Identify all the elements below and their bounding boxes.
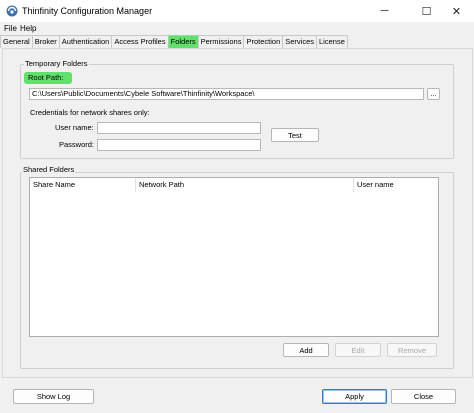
remove-button[interactable]: Remove — [387, 343, 437, 357]
password-label: Password: — [59, 140, 95, 149]
root-path-input[interactable]: C:\Users\Public\Documents\Cybele Softwar… — [29, 88, 424, 100]
app-logo-icon — [6, 5, 18, 17]
tab-general[interactable]: General — [0, 35, 33, 48]
apply-button[interactable]: Apply — [322, 389, 387, 404]
credentials-label: Credentials for network shares only: — [30, 108, 150, 117]
column-share-name[interactable]: Share Name — [30, 178, 136, 192]
tab-permissions[interactable]: Permissions — [197, 35, 245, 48]
tab-protection[interactable]: Protection — [243, 35, 284, 48]
close-button[interactable]: Close — [391, 389, 456, 404]
close-window-button[interactable]: ✕ — [439, 0, 474, 22]
username-input[interactable] — [97, 122, 261, 134]
menu-file[interactable]: File — [4, 23, 17, 34]
tab-broker[interactable]: Broker — [31, 35, 60, 48]
add-button[interactable]: Add — [283, 343, 329, 357]
column-network-path[interactable]: Network Path — [136, 178, 354, 192]
edit-button[interactable]: Edit — [335, 343, 381, 357]
shared-folders-list[interactable]: Share Name Network Path User name — [29, 177, 439, 337]
tab-folders[interactable]: Folders — [167, 35, 199, 48]
tab-authentication[interactable]: Authentication — [58, 35, 113, 48]
tab-strip: General Broker Authentication Access Pro… — [0, 35, 348, 48]
browse-button[interactable]: ... — [427, 88, 440, 100]
show-log-button[interactable]: Show Log — [13, 389, 94, 404]
temporary-folders-label: Temporary Folders — [24, 59, 89, 69]
username-label: User name: — [55, 123, 94, 132]
tab-access-profiles[interactable]: Access Profiles — [111, 35, 169, 48]
tab-services[interactable]: Services — [282, 35, 318, 48]
password-input[interactable] — [97, 139, 261, 151]
root-path-label: Root Path: — [24, 72, 72, 84]
test-button[interactable]: Test — [271, 128, 319, 142]
menu-bar — [0, 22, 474, 35]
menu-help[interactable]: Help — [20, 23, 36, 34]
column-user-name[interactable]: User name — [354, 178, 438, 192]
tab-license[interactable]: License — [316, 35, 348, 48]
minimize-button[interactable]: ─ — [367, 0, 402, 22]
window-title: Thinfinity Configuration Manager — [22, 6, 153, 16]
shared-folders-label: Shared Folders — [22, 165, 76, 175]
